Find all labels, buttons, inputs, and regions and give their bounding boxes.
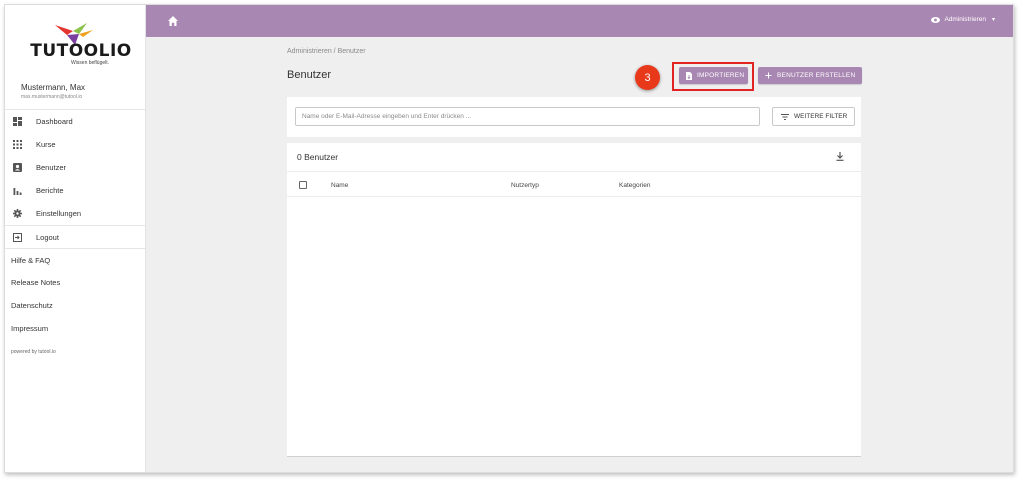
table-title: 0 Benutzer xyxy=(297,152,339,162)
chevron-down-icon: ▾ xyxy=(991,17,995,23)
import-button[interactable]: IMPORTIEREN xyxy=(679,67,748,84)
search-card: WEITERE FILTER xyxy=(287,97,861,137)
more-filters-label: WEITERE FILTER xyxy=(794,113,848,120)
link-impressum[interactable]: Impressum xyxy=(5,317,145,340)
sidebar-item-label: Kurse xyxy=(36,140,56,149)
sidebar-item-dashboard[interactable]: Dashboard xyxy=(5,110,145,133)
grid-icon xyxy=(13,140,22,149)
home-icon[interactable] xyxy=(167,15,179,27)
link-release-notes[interactable]: Release Notes xyxy=(5,271,145,294)
link-help-faq[interactable]: Hilfe & FAQ xyxy=(5,248,145,271)
user-name: Mustermann, Max xyxy=(21,83,86,92)
create-user-label: BENUTZER ERSTELLEN xyxy=(777,72,856,79)
breadcrumb[interactable]: Administrieren / Benutzer xyxy=(287,48,366,55)
column-header-kategorien[interactable]: Kategorien xyxy=(619,182,650,189)
file-import-icon xyxy=(686,71,692,80)
logo-text: TUTOOLIO xyxy=(30,40,132,61)
user-info: Mustermann, Max max.mustermann@tutool.io xyxy=(5,73,145,110)
sidebar-item-berichte[interactable]: Berichte xyxy=(5,179,145,202)
sidebar-item-label: Berichte xyxy=(36,186,64,195)
sidebar-item-einstellungen[interactable]: Einstellungen xyxy=(5,202,145,225)
sidebar-item-label: Dashboard xyxy=(36,117,73,126)
create-user-button[interactable]: BENUTZER ERSTELLEN xyxy=(758,67,862,84)
user-card-icon xyxy=(13,163,22,172)
download-icon[interactable] xyxy=(836,152,844,161)
logout-label: Logout xyxy=(36,232,59,242)
logo-tagline: Wissen beflügelt. xyxy=(70,59,110,66)
table-column-headers: Name Nutzertyp Kategorien xyxy=(287,171,861,197)
filter-icon xyxy=(781,113,789,120)
more-filters-button[interactable]: WEITERE FILTER xyxy=(772,107,855,126)
dashboard-icon xyxy=(13,117,22,126)
table-header: 0 Benutzer xyxy=(287,143,861,171)
bar-chart-icon xyxy=(13,186,22,195)
admin-menu[interactable]: Administrieren ▾ xyxy=(931,16,995,23)
link-datenschutz[interactable]: Datenschutz xyxy=(5,294,145,317)
user-table: 0 Benutzer Name Nutzertyp Kategorien xyxy=(287,143,861,457)
app-window: TUTOOLIO Wissen beflügelt. Mustermann, M… xyxy=(4,4,1014,473)
sidebar: TUTOOLIO Wissen beflügelt. Mustermann, M… xyxy=(5,5,146,472)
search-input[interactable] xyxy=(295,107,760,126)
logout-button[interactable]: Logout xyxy=(5,225,145,248)
user-email: max.mustermann@tutool.io xyxy=(21,94,83,100)
import-label: IMPORTIEREN xyxy=(697,72,745,79)
sidebar-item-kurse[interactable]: Kurse xyxy=(5,133,145,156)
column-header-nutzertyp[interactable]: Nutzertyp xyxy=(511,182,539,189)
eye-icon xyxy=(931,16,941,23)
sidebar-item-label: Benutzer xyxy=(36,163,67,172)
step-badge: 3 xyxy=(635,65,660,90)
top-bar: Administrieren ▾ xyxy=(146,5,1013,37)
sidebar-item-label: Einstellungen xyxy=(36,209,82,218)
plus-icon xyxy=(765,72,772,79)
gear-icon xyxy=(13,209,22,218)
powered-by[interactable]: powered by tutool.io xyxy=(5,340,145,363)
logout-icon xyxy=(13,232,22,242)
select-all-checkbox[interactable] xyxy=(299,181,307,189)
logo[interactable]: TUTOOLIO Wissen beflügelt. xyxy=(5,5,145,73)
admin-label: Administrieren xyxy=(944,16,986,23)
column-header-name[interactable]: Name xyxy=(331,182,348,189)
page-title: Benutzer xyxy=(287,69,332,81)
sidebar-item-benutzer[interactable]: Benutzer xyxy=(5,156,145,179)
